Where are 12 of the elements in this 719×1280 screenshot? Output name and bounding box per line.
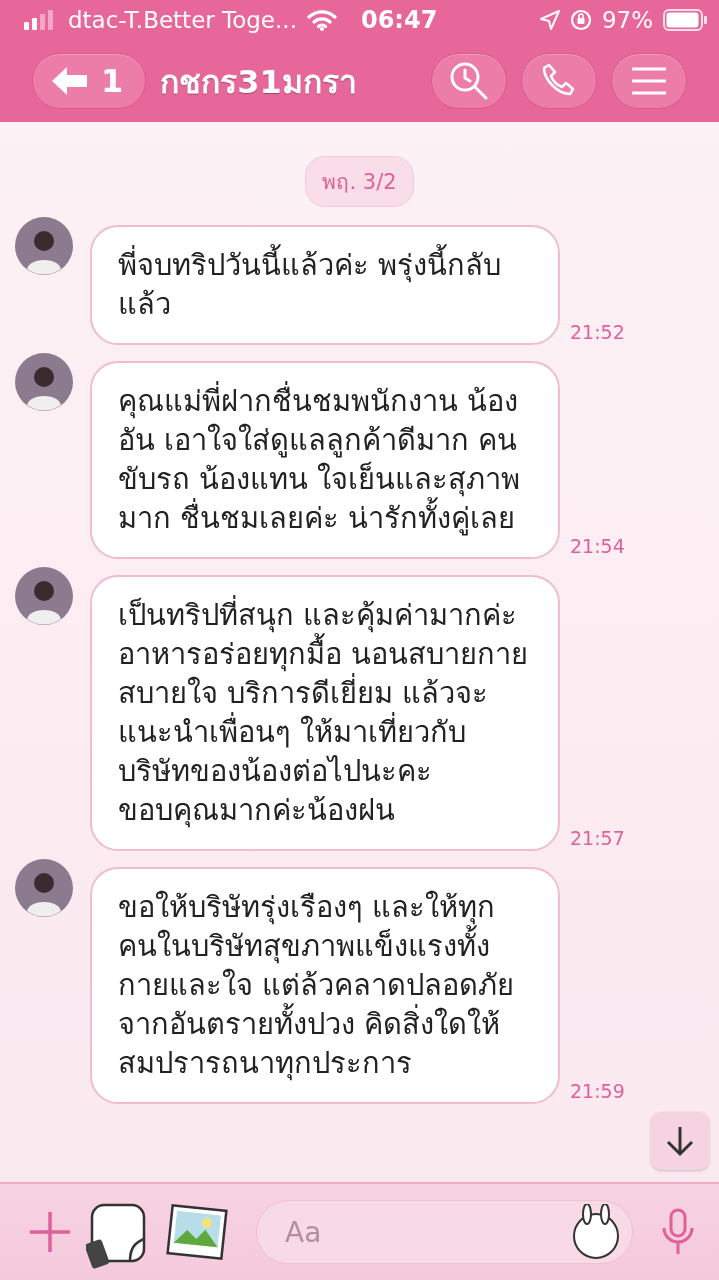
back-button[interactable]: 1 bbox=[32, 53, 147, 109]
message-time: 21:59 bbox=[570, 1080, 625, 1102]
message-time: 21:54 bbox=[570, 535, 625, 557]
battery-percent: 97% bbox=[601, 7, 653, 33]
message-input[interactable]: Aa bbox=[256, 1200, 633, 1264]
date-chip: พฤ. 3/2 bbox=[305, 156, 414, 207]
carrier-name: dtac-T.Better Toge... bbox=[68, 7, 297, 33]
clock-time: 06:47 bbox=[360, 6, 438, 34]
message-text: ขอให้บริษัทรุ่งเรืองๆ และให้ทุกคนในบริษัทสุขภาพแข็งแรงทั้งกายและใจ แต่ล้วคลาดปลอดภัยจากอันตรายทั้งปวง คิดสิ่งใดให้สมปรารถนาทุกประการ bbox=[118, 890, 515, 1080]
message-time: 21:57 bbox=[570, 827, 625, 849]
message-time: 21:52 bbox=[570, 321, 625, 343]
chat-title: กชกร31มกรา bbox=[160, 61, 358, 103]
